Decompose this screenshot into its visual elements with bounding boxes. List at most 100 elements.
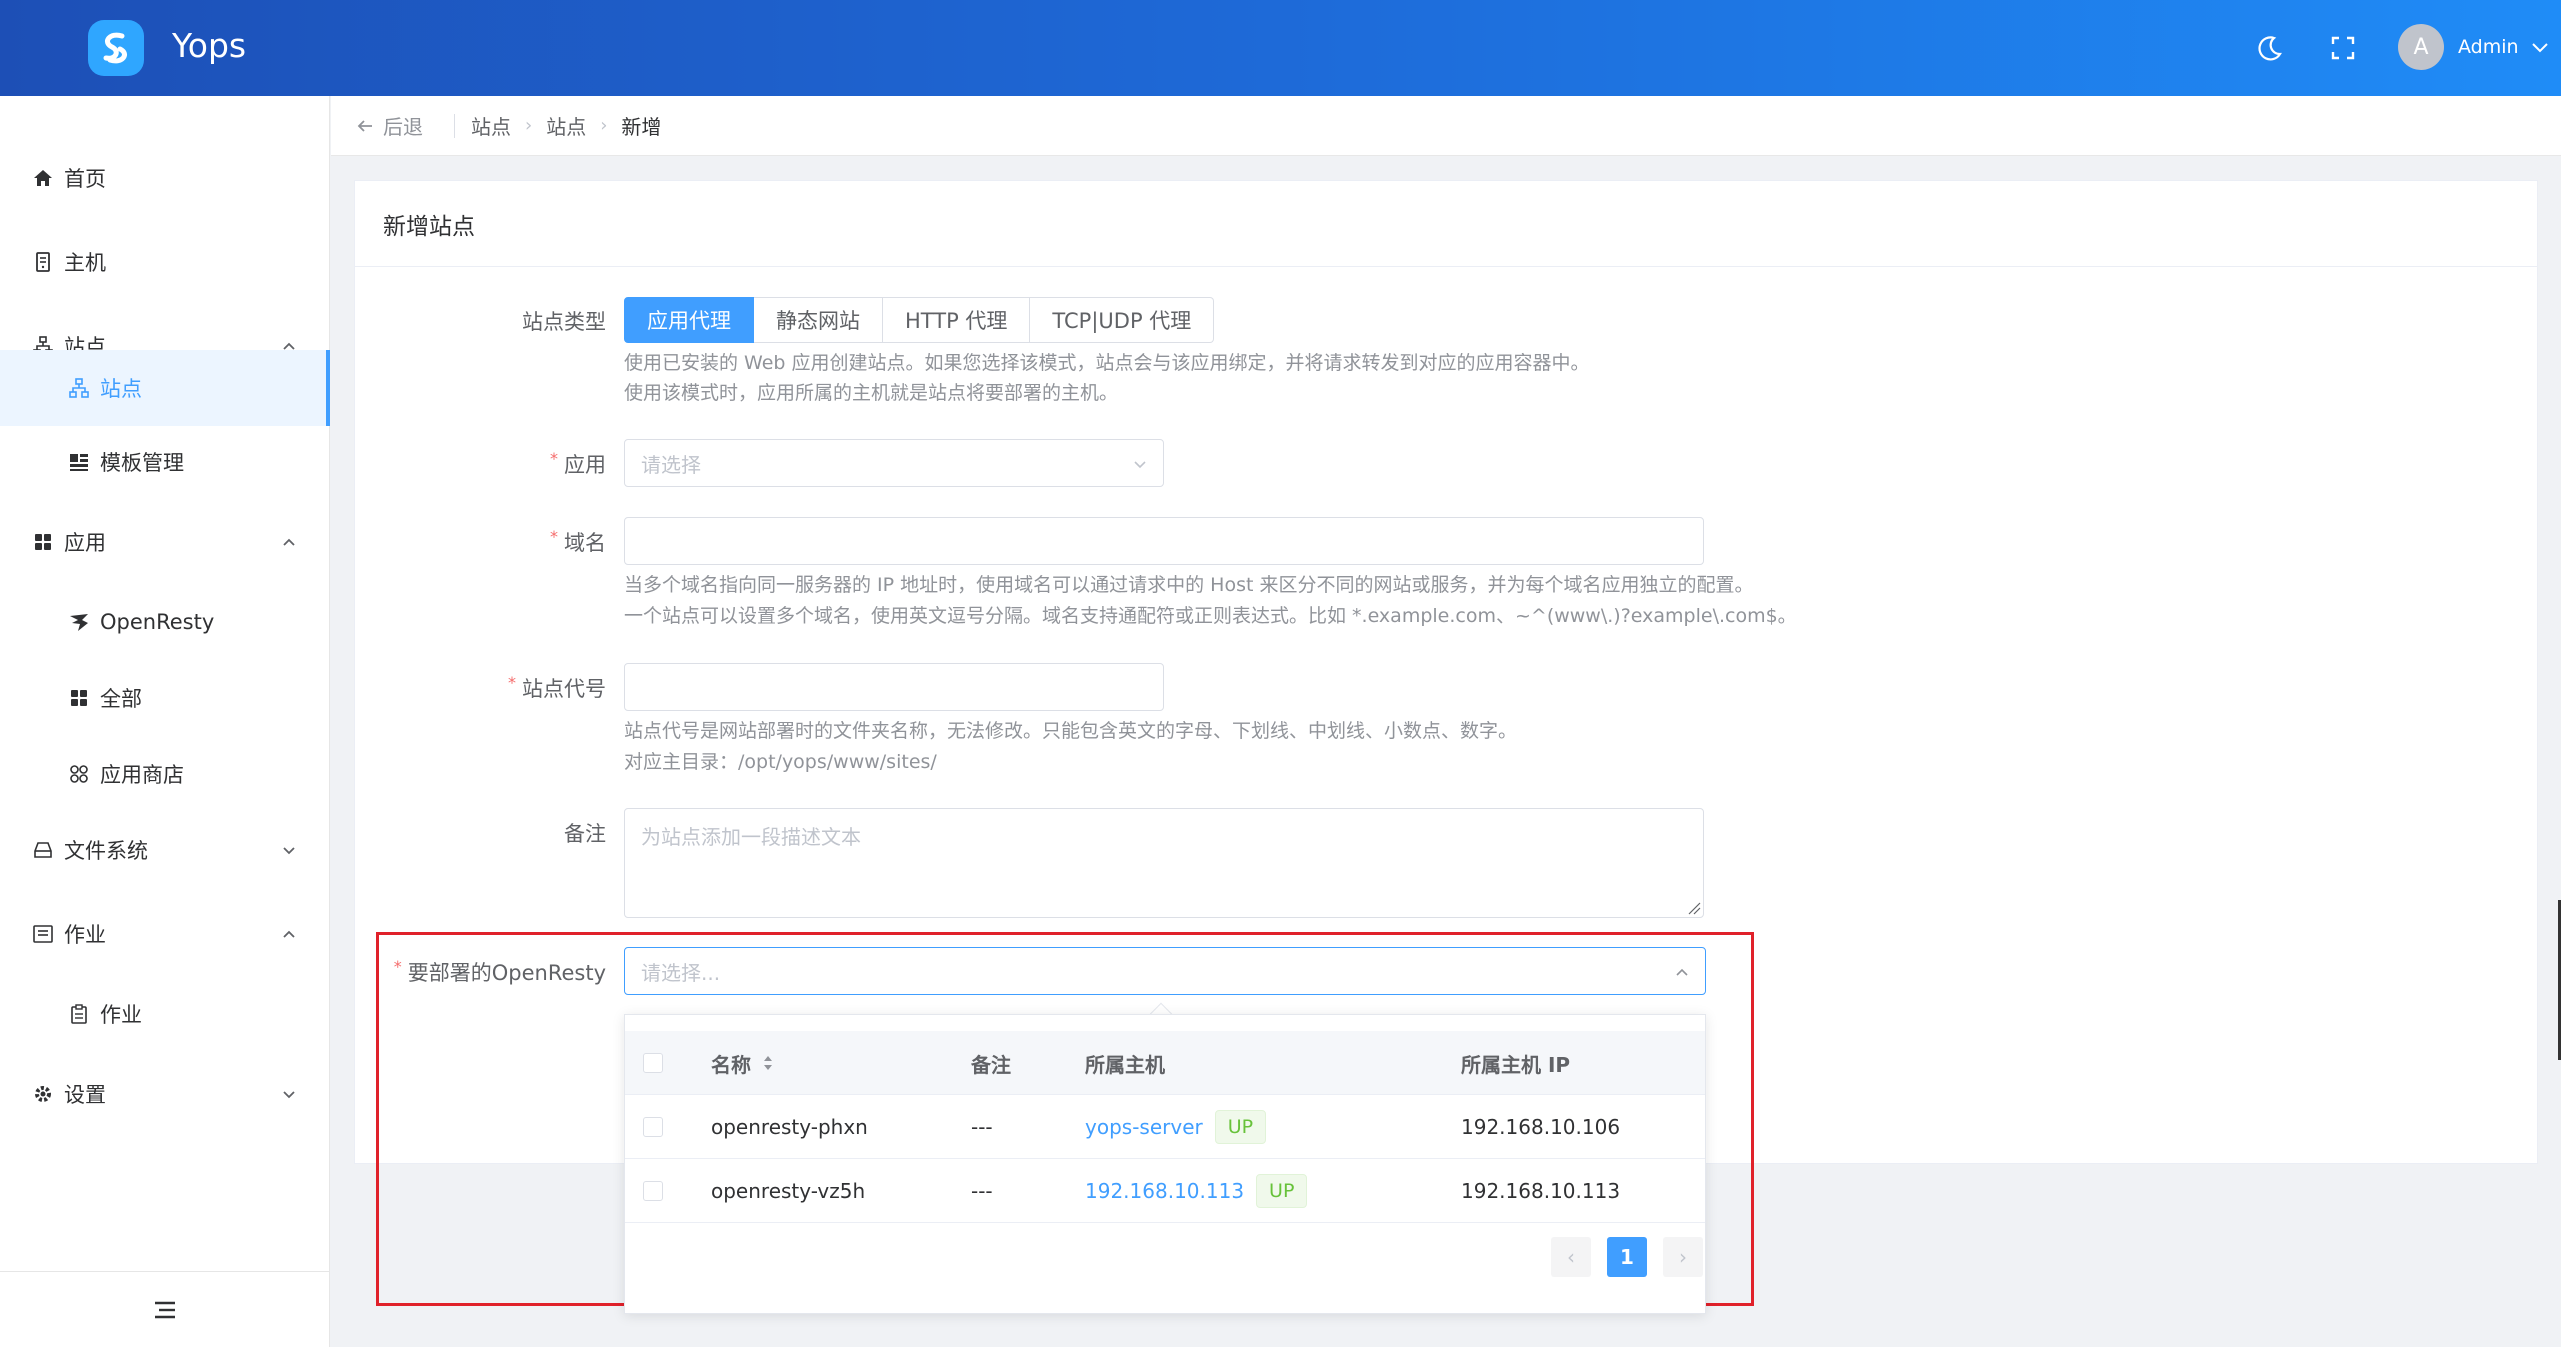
sidebar-item-sites[interactable]: 站点 xyxy=(0,350,330,426)
site-type-tcp-udp-proxy[interactable]: TCP|UDP 代理 xyxy=(1030,297,1215,343)
breadcrumb-item[interactable]: 站点 xyxy=(471,111,511,140)
domain-hint-1: 当多个域名指向同一服务器的 IP 地址时，使用域名可以通过请求中的 Host 来… xyxy=(624,574,1754,596)
home-icon xyxy=(34,170,52,186)
status-badge: UP xyxy=(1214,1110,1267,1144)
moon-icon[interactable] xyxy=(2252,30,2288,66)
site-type-app-proxy[interactable]: 应用代理 xyxy=(624,297,754,343)
row-checkbox[interactable] xyxy=(643,1117,663,1137)
select-all-cell xyxy=(643,1031,663,1095)
sidebar-item-all-apps[interactable]: 全部 xyxy=(0,658,330,738)
template-icon xyxy=(70,454,88,471)
remark-label: 备注 xyxy=(564,822,606,846)
gear-icon xyxy=(35,1086,51,1102)
domain-input[interactable] xyxy=(624,517,1704,565)
openresty-icon xyxy=(70,614,88,631)
arrow-left-icon xyxy=(357,119,372,132)
chevron-down-icon[interactable] xyxy=(2529,36,2551,58)
column-remark: 备注 xyxy=(971,1052,1011,1077)
site-type-hint-1: 使用已安装的 Web 应用创建站点。如果您选择该模式，站点会与该应用绑定，并将请… xyxy=(624,352,1590,374)
user-name[interactable]: Admin xyxy=(2458,36,2519,58)
sidebar-item-label: 作业 xyxy=(100,1003,142,1027)
remark-textarea[interactable]: 为站点添加一段描述文本 xyxy=(624,808,1704,918)
chevron-up-icon xyxy=(283,930,295,938)
openresty-select-placeholder: 请选择... xyxy=(641,960,721,985)
breadcrumb-current: 新增 xyxy=(621,115,662,139)
app-select[interactable]: 请选择 xyxy=(624,439,1164,487)
row-checkbox[interactable] xyxy=(643,1181,663,1201)
domain-hint-2: 一个站点可以设置多个域名，使用英文逗号分隔。域名支持通配符或正则表达式。比如 *… xyxy=(624,605,1797,627)
sidebar-group-jobs[interactable]: 作业 xyxy=(0,894,330,974)
sidebar-item-home[interactable]: 首页 xyxy=(0,138,330,218)
next-page-button[interactable]: › xyxy=(1663,1237,1703,1277)
sidebar-item-label: 文件系统 xyxy=(64,839,148,863)
app-title: Yops xyxy=(172,26,247,65)
sidebar-collapse-toggle[interactable] xyxy=(0,1271,330,1347)
site-type-hint-2: 使用该模式时，应用所属的主机就是站点将要部署的主机。 xyxy=(624,382,1119,404)
site-code-hint-2: 对应主目录：/opt/yops/www/sites/ xyxy=(624,751,937,773)
sidebar-item-label: 设置 xyxy=(64,1083,106,1107)
job-icon xyxy=(33,925,53,943)
resize-grip-icon[interactable] xyxy=(1687,901,1701,915)
menu-fold-icon[interactable] xyxy=(153,1300,177,1320)
column-host-ip: 所属主机 IP xyxy=(1461,1052,1571,1077)
page-number-button[interactable]: 1 xyxy=(1607,1237,1647,1277)
sidebar-item-app-store[interactable]: 应用商店 xyxy=(0,734,330,814)
openresty-select[interactable]: 请选择... xyxy=(624,947,1706,995)
server-icon xyxy=(36,252,50,272)
row-host-cell: 192.168.10.113 UP xyxy=(1085,1159,1308,1223)
row-name: openresty-phxn xyxy=(711,1115,868,1139)
row-remark: --- xyxy=(971,1115,993,1139)
apps-icon xyxy=(35,534,51,550)
site-type-http-proxy[interactable]: HTTP 代理 xyxy=(883,297,1031,343)
breadcrumb-item[interactable]: 站点 xyxy=(546,111,586,140)
site-type-label: 站点类型 xyxy=(522,310,606,334)
avatar[interactable]: A xyxy=(2398,24,2444,70)
sidebar-item-host[interactable]: 主机 xyxy=(0,222,330,302)
row-remark: --- xyxy=(971,1179,993,1203)
sidebar-group-filesystem[interactable]: 文件系统 xyxy=(0,810,330,890)
sidebar-item-label: 首页 xyxy=(64,167,106,191)
yops-logo[interactable] xyxy=(88,20,144,76)
back-label[interactable]: 后退 xyxy=(383,111,423,140)
row-host-cell: yops-server UP xyxy=(1085,1095,1267,1159)
fullscreen-icon[interactable] xyxy=(2325,30,2361,66)
site-code-input[interactable] xyxy=(624,663,1164,711)
prev-page-button[interactable]: ‹ xyxy=(1551,1237,1591,1277)
chevron-down-icon xyxy=(1134,461,1146,469)
sidebar-item-label: 应用 xyxy=(64,531,106,555)
site-type-static[interactable]: 静态网站 xyxy=(754,297,883,343)
row-name: openresty-vz5h xyxy=(711,1179,866,1203)
app-label: 应用 xyxy=(286,449,606,479)
site-code-label: 站点代号 xyxy=(286,673,606,703)
sidebar-item-label: 应用商店 xyxy=(100,763,184,787)
back-button[interactable]: 后退 xyxy=(355,111,423,140)
sidebar-item-label: 作业 xyxy=(64,923,106,947)
openresty-dropdown: 名称 备注 所属主机 所属主机 IP openresty-phxn --- yo… xyxy=(624,1014,1706,1314)
sort-icon[interactable] xyxy=(761,1053,775,1073)
select-all-checkbox[interactable] xyxy=(643,1053,663,1073)
column-host: 所属主机 xyxy=(1085,1052,1165,1077)
sidebar: 首页 主机 站点 站点 模板管理 应用 OpenResty 全部 应用商店 文件… xyxy=(0,96,330,1347)
sidebar-item-templates[interactable]: 模板管理 xyxy=(0,422,330,502)
site-code-hint-1: 站点代号是网站部署时的文件夹名称，无法修改。只能包含英文的字母、下划线、中划线、… xyxy=(624,720,1518,742)
sidebar-group-settings[interactable]: 设置 xyxy=(0,1054,330,1134)
host-link[interactable]: 192.168.10.113 xyxy=(1085,1179,1244,1203)
user-menu[interactable]: A Admin xyxy=(2398,24,2551,70)
sidebar-item-openresty[interactable]: OpenResty xyxy=(0,582,330,662)
sidebar-item-jobs[interactable]: 作业 xyxy=(0,974,330,1054)
host-link[interactable]: yops-server xyxy=(1085,1115,1203,1139)
sidebar-group-apps[interactable]: 应用 xyxy=(0,502,330,582)
column-name[interactable]: 名称 xyxy=(711,1031,775,1095)
domain-label: 域名 xyxy=(286,527,606,557)
table-header: 名称 备注 所属主机 所属主机 IP xyxy=(625,1031,1705,1095)
table-row[interactable]: openresty-phxn --- yops-server UP 192.16… xyxy=(625,1095,1705,1159)
row-ip: 192.168.10.113 xyxy=(1461,1179,1621,1203)
chevron-right-icon: › xyxy=(525,115,533,136)
openresty-label: 要部署的OpenResty xyxy=(286,957,606,987)
chevron-right-icon: › xyxy=(600,115,608,136)
table-row[interactable]: openresty-vz5h --- 192.168.10.113 UP 192… xyxy=(625,1159,1705,1223)
sidebar-item-label: 全部 xyxy=(100,687,142,711)
sidebar-item-label: 站点 xyxy=(100,377,142,401)
top-header: Yops A Admin xyxy=(0,0,2561,96)
store-icon xyxy=(70,765,88,783)
